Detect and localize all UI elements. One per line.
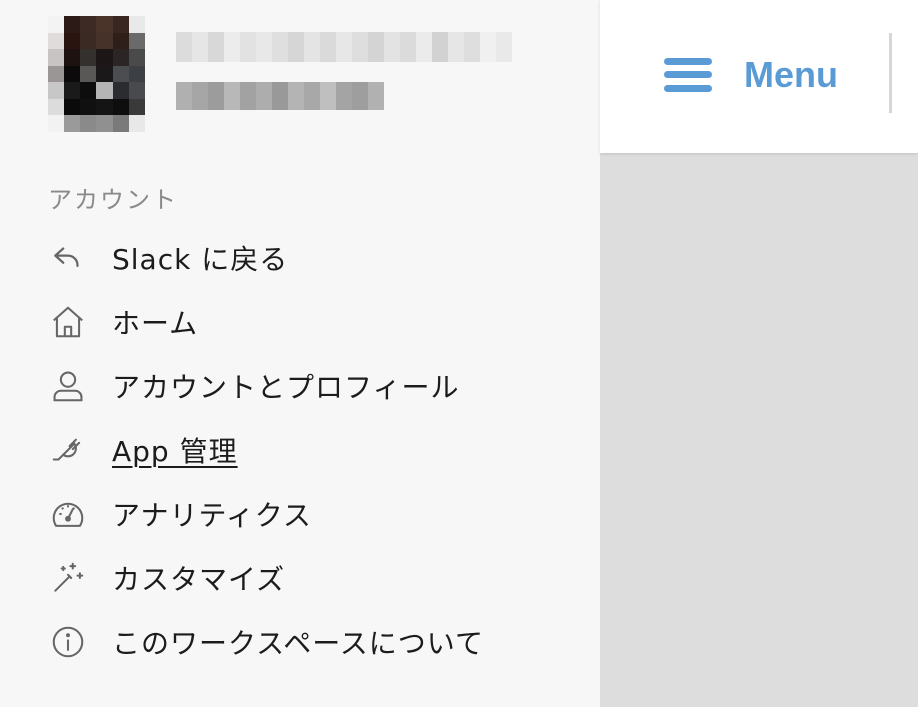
divider — [889, 33, 892, 113]
home-icon — [48, 302, 88, 342]
magic-wand-icon — [48, 558, 88, 598]
nav-item-customize[interactable]: カスタマイズ — [0, 546, 600, 610]
nav-item-label: このワークスペースについて — [112, 627, 484, 660]
user-icon — [48, 366, 88, 406]
menu-label: Menu — [744, 54, 838, 95]
nav-item-label: App 管理 — [112, 435, 238, 468]
nav-item-label: ホーム — [112, 307, 199, 340]
nav-item-label: Slack に戻る — [112, 243, 289, 276]
avatar — [48, 16, 145, 132]
account-nav: Slack に戻る ホーム アカウントとプロフィール App 管理 アナリティク… — [0, 226, 600, 674]
nav-item-analytics[interactable]: アナリティクス — [0, 482, 600, 546]
nav-item-label: アナリティクス — [112, 499, 312, 532]
user-profile[interactable] — [48, 14, 568, 136]
section-label-account: アカウント — [48, 186, 178, 214]
user-email-blurred — [176, 82, 384, 110]
sidebar: アカウント Slack に戻る ホーム アカウントとプロフィール App 管理 … — [0, 0, 600, 707]
nav-item-home[interactable]: ホーム — [0, 290, 600, 354]
nav-item-back-to-slack[interactable]: Slack に戻る — [0, 226, 600, 290]
info-icon — [48, 622, 88, 662]
top-bar: Menu — [600, 0, 918, 153]
nav-item-label: カスタマイズ — [112, 563, 286, 596]
nav-item-label: アカウントとプロフィール — [112, 371, 460, 404]
menu-button[interactable]: Menu — [664, 52, 838, 98]
main-content — [600, 153, 918, 707]
hamburger-icon — [664, 56, 712, 94]
nav-item-app-management[interactable]: App 管理 — [0, 418, 600, 482]
nav-item-about-workspace[interactable]: このワークスペースについて — [0, 610, 600, 674]
user-name-blurred — [176, 32, 512, 62]
gauge-icon — [48, 494, 88, 534]
plug-icon — [48, 430, 88, 470]
back-arrow-icon — [48, 238, 88, 278]
nav-item-account-profile[interactable]: アカウントとプロフィール — [0, 354, 600, 418]
